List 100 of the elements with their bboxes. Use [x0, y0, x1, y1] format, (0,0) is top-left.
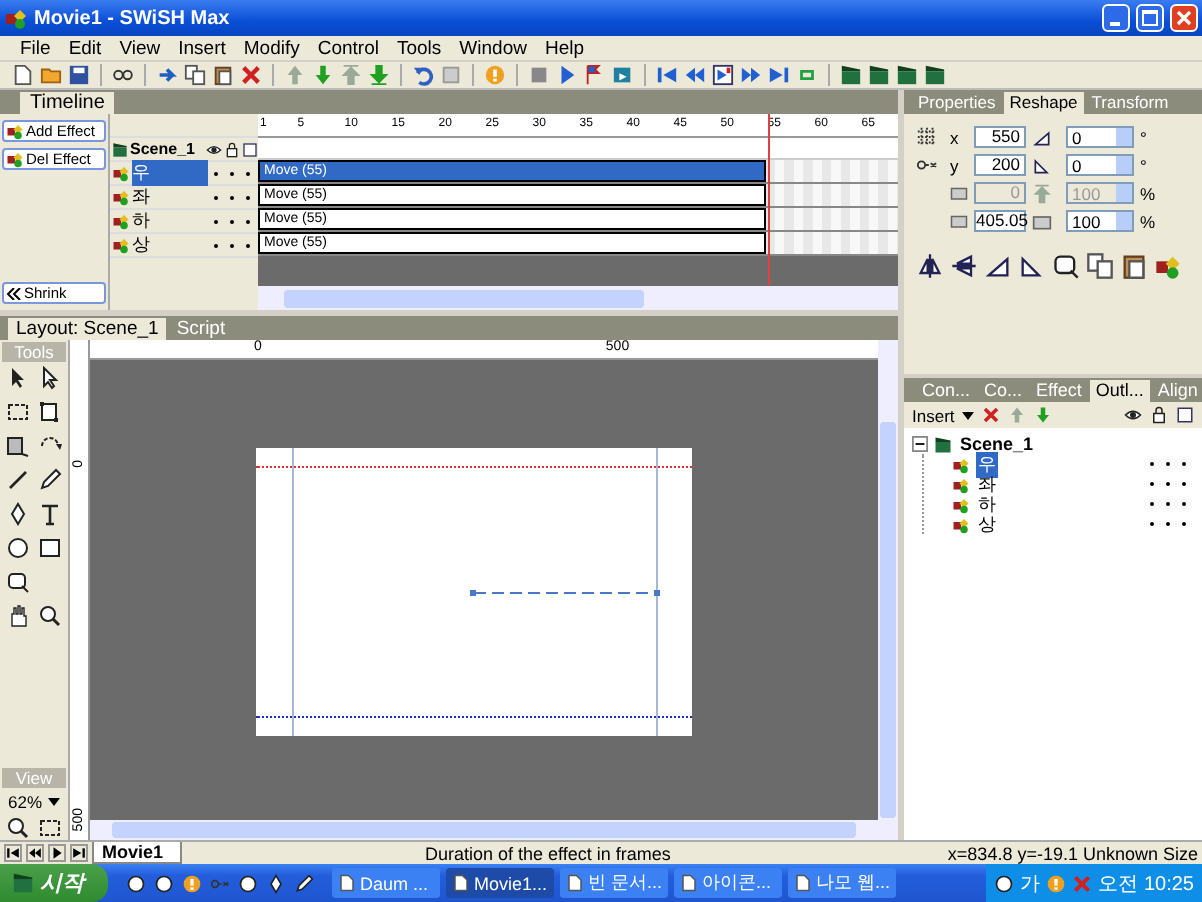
- transform-icon[interactable]: [38, 400, 62, 424]
- minimize-button[interactable]: [1102, 4, 1130, 32]
- number-field[interactable]: 200: [974, 154, 1026, 176]
- eye-icon[interactable]: [206, 141, 222, 157]
- start-button[interactable]: 시작: [0, 864, 108, 902]
- panel-tab[interactable]: Reshape: [1003, 92, 1084, 114]
- menu-item[interactable]: Help: [544, 37, 585, 59]
- vertical-scrollbar[interactable]: [878, 340, 898, 840]
- insert-menu[interactable]: Insert: [912, 405, 955, 425]
- autoshape-icon[interactable]: [6, 570, 30, 594]
- menu-item[interactable]: Insert: [178, 37, 226, 59]
- stage-canvas[interactable]: [90, 360, 878, 820]
- number-field[interactable]: 550: [974, 126, 1026, 148]
- scene-icon[interactable]: [896, 64, 918, 86]
- pencil-icon[interactable]: [38, 468, 62, 492]
- taskbar-button[interactable]: 나모 웹...: [788, 868, 896, 898]
- layer-name[interactable]: 우: [132, 160, 208, 186]
- back-icon[interactable]: [26, 844, 44, 862]
- menu-item[interactable]: View: [119, 37, 161, 59]
- next-icon[interactable]: [48, 844, 66, 862]
- scene-icon[interactable]: [868, 64, 890, 86]
- tray-icon[interactable]: [994, 873, 1015, 893]
- copy-icon[interactable]: [184, 64, 206, 86]
- rectangle-icon[interactable]: [38, 536, 62, 560]
- scene-icon[interactable]: [840, 64, 862, 86]
- taskbar-button[interactable]: Daum ...: [332, 868, 440, 898]
- subselect-icon[interactable]: [38, 366, 62, 390]
- frame-marker-icon[interactable]: [712, 64, 734, 86]
- taskbar-button[interactable]: 빈 문서...: [560, 868, 668, 898]
- zoom-icon[interactable]: [38, 604, 62, 628]
- close-button[interactable]: [1170, 4, 1198, 32]
- paste-icon[interactable]: [212, 64, 234, 86]
- collapse-icon[interactable]: [912, 436, 928, 452]
- timeline-tab[interactable]: Timeline: [20, 92, 115, 114]
- film-icon[interactable]: [612, 64, 634, 86]
- dropdown-field[interactable]: 0: [1066, 154, 1134, 176]
- save-icon[interactable]: [68, 64, 90, 86]
- tree-item[interactable]: 상: [976, 511, 998, 537]
- menu-item[interactable]: Modify: [243, 37, 300, 59]
- copy-icon[interactable]: [1086, 252, 1114, 280]
- scene-icon[interactable]: [924, 64, 946, 86]
- tree-item[interactable]: Scene_1: [958, 434, 1036, 454]
- motion-icon[interactable]: [6, 434, 30, 458]
- down-arrow-icon[interactable]: [312, 64, 334, 86]
- hand-icon[interactable]: [6, 604, 30, 628]
- taskbar-button[interactable]: Movie1...: [446, 868, 554, 898]
- flip-horizontal-icon[interactable]: [950, 252, 978, 280]
- tree-item[interactable]: 우: [976, 451, 998, 477]
- zoom-selection-icon[interactable]: [38, 816, 62, 840]
- ellipse-icon[interactable]: [6, 536, 30, 560]
- menu-item[interactable]: Window: [459, 37, 527, 59]
- undo-icon[interactable]: [412, 64, 434, 86]
- layer-name[interactable]: 상: [132, 232, 208, 258]
- document-tab[interactable]: Movie1: [92, 842, 182, 864]
- glasses-icon[interactable]: [112, 64, 134, 86]
- line-icon[interactable]: [6, 468, 30, 492]
- eye-icon[interactable]: [1124, 406, 1142, 424]
- corner-icon[interactable]: [1018, 252, 1046, 280]
- loop-icon[interactable]: [796, 64, 818, 86]
- motion-path[interactable]: [470, 588, 662, 598]
- first-frame-icon[interactable]: [656, 64, 678, 86]
- square-icon[interactable]: [1176, 406, 1194, 424]
- pointer-icon[interactable]: [6, 366, 30, 390]
- menu-item[interactable]: Edit: [68, 37, 102, 59]
- stop-icon[interactable]: [528, 64, 550, 86]
- horizontal-scrollbar[interactable]: [90, 820, 878, 840]
- zoom-fit-icon[interactable]: [6, 816, 30, 840]
- horizontal-scrollbar[interactable]: [258, 286, 898, 310]
- down-arrow-icon[interactable]: [1034, 406, 1053, 424]
- dropdown-field[interactable]: 0: [1066, 126, 1134, 148]
- text-icon[interactable]: [38, 502, 62, 526]
- arrow-icon[interactable]: [156, 64, 178, 86]
- tree-item[interactable]: 좌: [976, 471, 998, 497]
- dropdown-field[interactable]: 100: [1066, 210, 1134, 232]
- panel-tab[interactable]: Outl...: [1089, 380, 1150, 402]
- flip-vertical-icon[interactable]: [916, 252, 944, 280]
- menu-item[interactable]: File: [20, 37, 51, 59]
- marquee-icon[interactable]: [6, 400, 30, 424]
- layer-name[interactable]: 좌: [132, 184, 208, 210]
- last-frame-icon[interactable]: [768, 64, 790, 86]
- menu-item[interactable]: Tools: [396, 37, 442, 59]
- first-icon[interactable]: [4, 844, 22, 862]
- flag-icon[interactable]: [584, 64, 606, 86]
- triangle-icon[interactable]: [984, 252, 1012, 280]
- number-field[interactable]: 405.05: [974, 210, 1026, 232]
- taskbar-button[interactable]: 아이콘...: [674, 868, 782, 898]
- panel-tab[interactable]: Layout: Scene_1: [8, 318, 167, 340]
- bottom-arrow-icon[interactable]: [368, 64, 390, 86]
- paste-icon[interactable]: [1120, 252, 1148, 280]
- scene-label[interactable]: Scene_1: [130, 140, 204, 158]
- lock-icon[interactable]: [1150, 406, 1168, 424]
- tree-item[interactable]: 하: [976, 491, 998, 517]
- delete-icon[interactable]: [982, 406, 1001, 424]
- zoom-dropdown[interactable]: 62%: [7, 792, 42, 812]
- maximize-button[interactable]: [1136, 4, 1164, 32]
- pen-icon[interactable]: [6, 502, 30, 526]
- quick-launch-icon[interactable]: [182, 873, 202, 893]
- delete-icon[interactable]: [240, 64, 262, 86]
- layer-name[interactable]: 하: [132, 208, 208, 234]
- last-icon[interactable]: [70, 844, 88, 862]
